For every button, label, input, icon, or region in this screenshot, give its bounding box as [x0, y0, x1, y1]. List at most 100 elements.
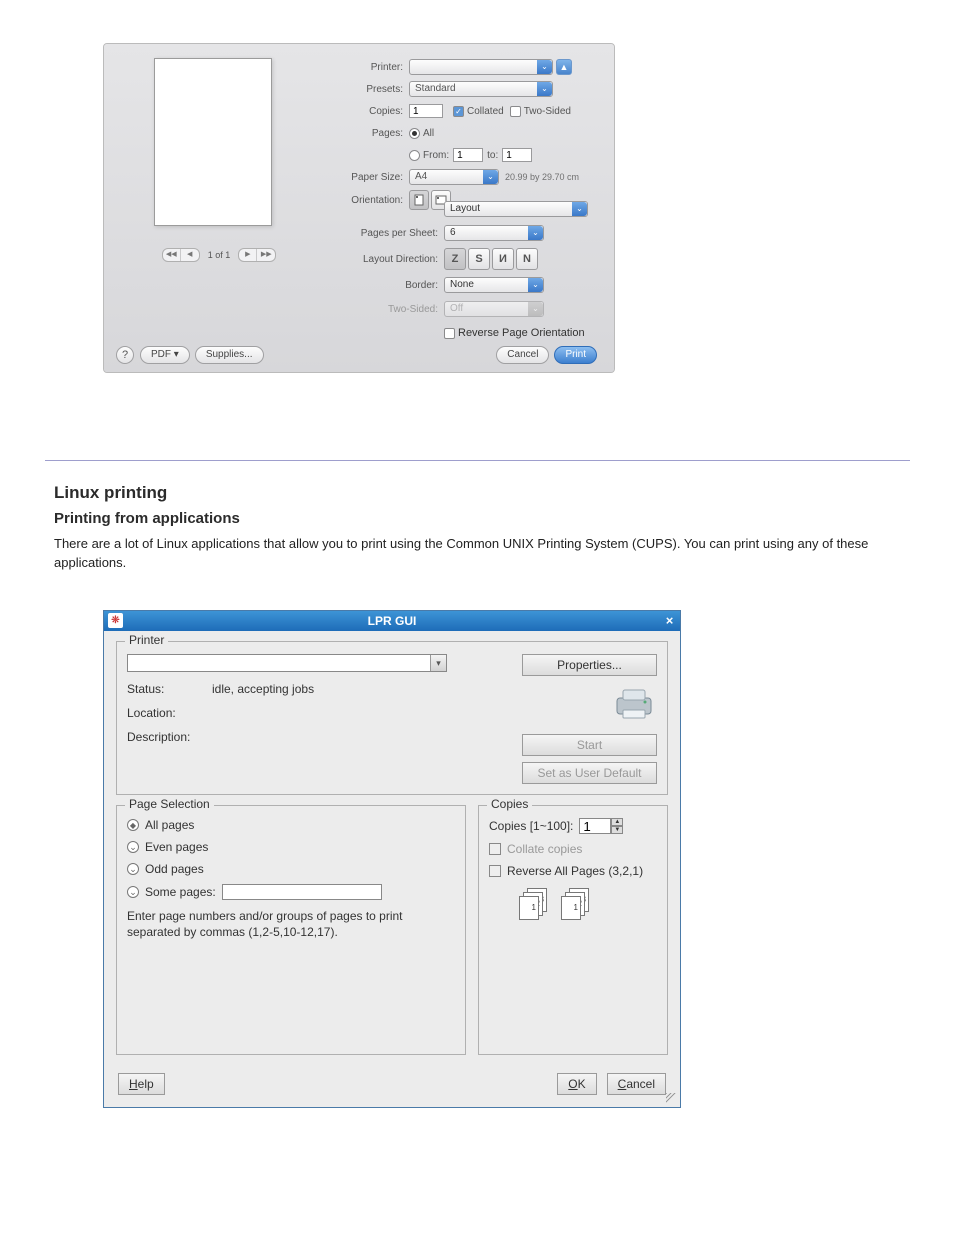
collate-icons: 321 321 [519, 888, 657, 922]
stack-icon: 321 [561, 888, 595, 922]
page-counter: 1 of 1 [208, 250, 231, 260]
odd-pages-label: Odd pages [145, 862, 204, 876]
pdf-menu-button[interactable]: PDF ▾ [140, 346, 190, 364]
copies-down-button[interactable]: ▼ [611, 826, 623, 834]
print-button[interactable]: Print [554, 346, 597, 364]
paper-size-label: Paper Size: [334, 172, 409, 183]
cancel-button[interactable]: Cancel [607, 1073, 666, 1095]
all-pages-radio[interactable] [127, 819, 139, 831]
properties-button[interactable]: Properties... [522, 654, 657, 676]
preview-page [154, 58, 272, 226]
first-page-button[interactable]: ◀◀ [163, 249, 181, 261]
layout-dir-3-button[interactable]: И [492, 248, 514, 270]
pages-to-input[interactable] [502, 148, 532, 162]
collapse-toggle-button[interactable]: ▲ [556, 59, 572, 75]
mac-dialog-body: ◀◀ ◀ 1 of 1 ▶ ▶▶ Printer: ▲ Pres [104, 44, 614, 372]
nav-back-group: ◀◀ ◀ [162, 248, 200, 262]
layout-dir-4-button[interactable]: N [516, 248, 538, 270]
nav-fwd-group: ▶ ▶▶ [238, 248, 276, 262]
section-select[interactable]: Layout [444, 201, 588, 217]
page-selection-fieldset: Page Selection All pages Even pages Odd … [116, 805, 466, 1055]
linux-subheading: Printing from applications [54, 510, 240, 527]
copies-fieldset: Copies Copies [1~100]: ▲ ▼ Collate copie… [478, 805, 668, 1055]
mac-fields: Printer: ▲ Presets: Standard Copies: ✓ [334, 58, 604, 214]
lpr-footer: Help OK Cancel [104, 1073, 680, 1095]
border-select[interactable]: None [444, 277, 544, 293]
linux-p1: There are a lot of Linux applications th… [54, 535, 874, 573]
layout-dir-1-button[interactable]: Z [444, 248, 466, 270]
cp-count-label: Copies [1~100]: [489, 819, 573, 833]
help-button[interactable]: Help [118, 1073, 165, 1095]
pages-all-label: All [423, 128, 434, 139]
collate-checkbox[interactable] [489, 843, 501, 855]
pages-from-input[interactable] [453, 148, 483, 162]
copies-label: Copies: [334, 106, 409, 117]
prev-page-button[interactable]: ◀ [181, 249, 199, 261]
odd-pages-radio[interactable] [127, 863, 139, 875]
reverse-checkbox[interactable] [489, 865, 501, 877]
next-page-button[interactable]: ▶ [239, 249, 257, 261]
pages-from-radio[interactable] [409, 150, 420, 161]
status-label: Status: [127, 682, 212, 696]
printer-legend: Printer [125, 633, 168, 647]
ok-button[interactable]: OK [557, 1073, 596, 1095]
start-button[interactable]: Start [522, 734, 657, 756]
paper-dims: 20.99 by 29.70 cm [505, 172, 579, 182]
pages-from-label: From: [423, 150, 449, 161]
chevron-down-icon: ▾ [430, 655, 446, 671]
reverse-orientation-checkbox[interactable] [444, 328, 455, 339]
printer-icon [611, 686, 657, 722]
collated-label: Collated [467, 106, 504, 117]
some-pages-label: Some pages: [145, 885, 216, 899]
description-label: Description: [127, 730, 212, 744]
cp-legend: Copies [487, 797, 532, 811]
status-value: idle, accepting jobs [212, 682, 314, 696]
chevron-down-icon [537, 82, 552, 96]
app-icon: ❊ [108, 613, 123, 628]
presets-label: Presets: [334, 84, 409, 95]
copies-input[interactable] [409, 104, 443, 118]
printer-label: Printer: [334, 62, 409, 73]
location-label: Location: [127, 706, 212, 720]
cancel-button[interactable]: Cancel [496, 346, 549, 364]
set-default-button[interactable]: Set as User Default [522, 762, 657, 784]
presets-select[interactable]: Standard [409, 81, 553, 97]
close-icon[interactable]: × [662, 613, 677, 628]
dir-label: Layout Direction: [344, 254, 444, 265]
chevron-down-icon [528, 226, 543, 240]
last-page-button[interactable]: ▶▶ [257, 249, 275, 261]
mac-print-dialog: ◀◀ ◀ 1 of 1 ▶ ▶▶ Printer: ▲ Pres [103, 43, 615, 373]
even-pages-radio[interactable] [127, 841, 139, 853]
supplies-button[interactable]: Supplies... [195, 346, 264, 364]
printer-select[interactable]: ▾ [127, 654, 447, 672]
lpr-title-text: LPR GUI [368, 614, 417, 628]
ps-hint: Enter page numbers and/or groups of page… [127, 908, 455, 940]
two-sided-label: Two-Sided: [344, 304, 444, 315]
even-pages-label: Even pages [145, 840, 208, 854]
chevron-down-icon [537, 60, 552, 74]
help-button[interactable]: ? [116, 346, 134, 364]
linux-heading: Linux printing [54, 483, 167, 503]
mac-footer: ? PDF ▾ Supplies... Cancel Print [104, 346, 614, 364]
some-pages-radio[interactable] [127, 886, 139, 898]
chevron-down-icon [572, 202, 587, 216]
ps-legend: Page Selection [125, 797, 214, 811]
pages-per-sheet-select[interactable]: 6 [444, 225, 544, 241]
pages-label: Pages: [334, 128, 409, 139]
chevron-down-icon [483, 170, 498, 184]
copies-input[interactable] [579, 818, 611, 834]
copies-up-button[interactable]: ▲ [611, 818, 623, 826]
two-sided-checkbox[interactable] [510, 106, 521, 117]
resize-grip-icon[interactable] [666, 1093, 678, 1105]
lpr-body: Printer ▾ Status: idle, accepting jobs L… [104, 631, 680, 1075]
collated-checkbox[interactable]: ✓ [453, 106, 464, 117]
pages-all-radio[interactable] [409, 128, 420, 139]
preview-nav: ◀◀ ◀ 1 of 1 ▶ ▶▶ [154, 248, 284, 262]
printer-select[interactable] [409, 59, 553, 75]
reverse-orientation-label: Reverse Page Orientation [458, 327, 585, 339]
section-divider [45, 460, 910, 461]
chevron-down-icon [528, 302, 543, 316]
some-pages-input[interactable] [222, 884, 382, 900]
paper-size-select[interactable]: A4 [409, 169, 499, 185]
layout-dir-2-button[interactable]: S [468, 248, 490, 270]
